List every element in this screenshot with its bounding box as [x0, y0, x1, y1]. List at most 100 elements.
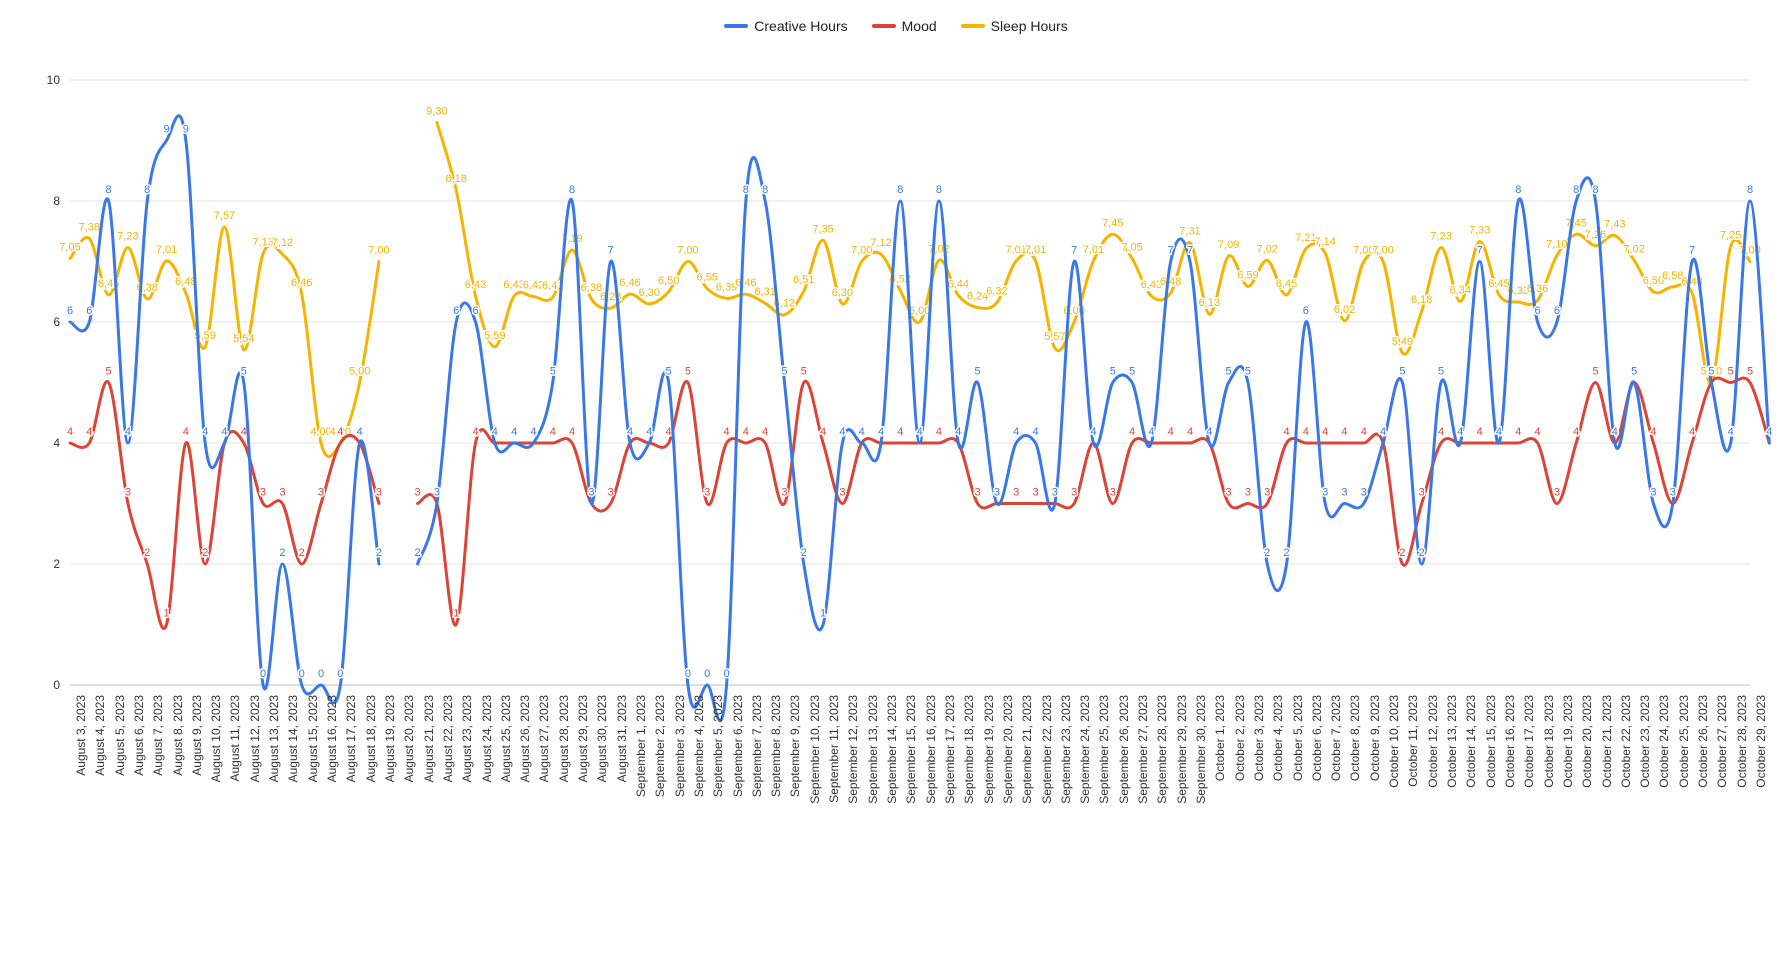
data-label: 7,23 [117, 231, 138, 243]
x-tick-label: September 25, 2023 [1097, 695, 1111, 804]
legend-label: Mood [902, 18, 937, 34]
data-label: 6,00 [909, 305, 930, 317]
data-label: 5 [1129, 366, 1135, 378]
x-tick-label: August 4, 2023 [93, 695, 107, 776]
data-label: 7,00 [368, 245, 389, 257]
x-tick-label: September 19, 2023 [982, 695, 996, 804]
data-label: 5 [975, 366, 981, 378]
x-tick-label: August 18, 2023 [364, 695, 378, 782]
data-label: 3 [608, 487, 614, 499]
data-label: 5,57 [1044, 331, 1065, 343]
data-label: 5 [1399, 366, 1405, 378]
data-label: 4 [1148, 426, 1154, 438]
x-tick-label: September 14, 2023 [885, 695, 899, 804]
data-label: 5,59 [484, 330, 505, 342]
x-tick-label: October 17, 2023 [1522, 695, 1536, 788]
data-label: 3 [781, 487, 787, 499]
data-label: 5 [1708, 366, 1714, 378]
data-label: 4 [1187, 426, 1193, 438]
data-label: 0 [318, 668, 324, 680]
data-label: 8 [106, 184, 112, 196]
data-label: 2 [1399, 547, 1405, 559]
data-label: 7 [608, 245, 614, 257]
data-label: 7,45 [1102, 217, 1123, 229]
data-label: 3 [1361, 487, 1367, 499]
x-tick-label: August 31, 2023 [615, 695, 629, 782]
x-tick-label: October 13, 2023 [1445, 695, 1459, 788]
y-tick-label: 8 [0, 194, 60, 208]
data-label: 4 [125, 426, 131, 438]
data-label: 3 [1341, 487, 1347, 499]
x-tick-label: August 9, 2023 [190, 695, 204, 776]
data-label: 3 [1264, 487, 1270, 499]
x-tick-label: September 13, 2023 [866, 695, 880, 804]
data-label: 6,42 [523, 280, 544, 292]
legend-label: Sleep Hours [991, 18, 1068, 34]
data-label: 4,00 [310, 426, 331, 438]
data-label: 8 [762, 184, 768, 196]
data-label: 4 [936, 426, 942, 438]
data-label: 3 [1554, 487, 1560, 499]
x-tick-label: September 11, 2023 [827, 695, 841, 803]
data-label: 7,00 [851, 245, 872, 257]
data-label: 4 [1361, 426, 1367, 438]
data-label: 6,58 [1662, 270, 1683, 282]
data-label: 5 [1592, 366, 1598, 378]
data-label: 4 [1728, 426, 1734, 438]
data-label: 3 [1013, 487, 1019, 499]
data-label: 4 [627, 426, 633, 438]
x-tick-label: August 27, 2023 [537, 695, 551, 782]
data-label: 3 [1670, 487, 1676, 499]
x-tick-label: October 24, 2023 [1657, 695, 1671, 788]
x-tick-label: September 20, 2023 [1001, 695, 1015, 804]
data-label: 4 [221, 426, 227, 438]
x-tick-label: August 15, 2023 [306, 695, 320, 782]
data-label: 3 [318, 487, 324, 499]
data-label: 4 [666, 426, 672, 438]
x-tick-label: August 29, 2023 [576, 695, 590, 782]
data-label: 4 [550, 426, 556, 438]
data-label: 6 [453, 305, 459, 317]
data-label: 3 [1226, 487, 1232, 499]
data-label: 5,54 [233, 333, 254, 345]
data-label: 5 [1438, 366, 1444, 378]
data-label: 6,43 [1141, 279, 1162, 291]
data-label: 4 [1168, 426, 1174, 438]
data-label: 2 [202, 547, 208, 559]
data-label: 6,45 [1276, 278, 1297, 290]
x-tick-label: September 12, 2023 [846, 695, 860, 804]
data-label: 7,01 [156, 244, 177, 256]
data-label: 6,43 [465, 279, 486, 291]
x-tick-label: September 15, 2023 [904, 695, 918, 804]
data-label: 6 [1303, 305, 1309, 317]
data-label: 4 [1129, 426, 1135, 438]
data-label: 7,00 [677, 245, 698, 257]
y-tick-label: 10 [0, 73, 60, 87]
data-label: 4 [1650, 426, 1656, 438]
data-label: 7,25 [1720, 229, 1741, 241]
data-label: 7,05 [59, 241, 80, 253]
x-tick-label: September 4, 2023 [692, 695, 706, 797]
legend-swatch [872, 24, 896, 28]
data-label: 6 [67, 305, 73, 317]
data-label: 5,00 [349, 366, 370, 378]
data-label: 3 [1245, 487, 1251, 499]
x-tick-label: September 22, 2023 [1040, 695, 1054, 804]
data-label: 3 [1419, 487, 1425, 499]
data-label: 7,01 [1025, 244, 1046, 256]
x-tick-label: September 27, 2023 [1136, 695, 1150, 804]
data-label: 4 [1380, 426, 1386, 438]
data-label: 6,44 [948, 278, 969, 290]
data-label: 4 [1438, 426, 1444, 438]
data-label: 9 [163, 124, 169, 136]
x-tick-label: September 5, 2023 [711, 695, 725, 797]
x-tick-label: September 28, 2023 [1155, 695, 1169, 804]
data-label: 4 [1457, 426, 1463, 438]
data-label: 4 [472, 426, 478, 438]
x-tick-label: August 26, 2023 [518, 695, 532, 782]
data-label: 7,38 [79, 222, 100, 234]
data-label: 7,01 [1083, 244, 1104, 256]
x-tick-label: October 26, 2023 [1696, 695, 1710, 788]
x-tick-label: August 16, 2023 [325, 695, 339, 782]
data-label: 5 [1245, 366, 1251, 378]
